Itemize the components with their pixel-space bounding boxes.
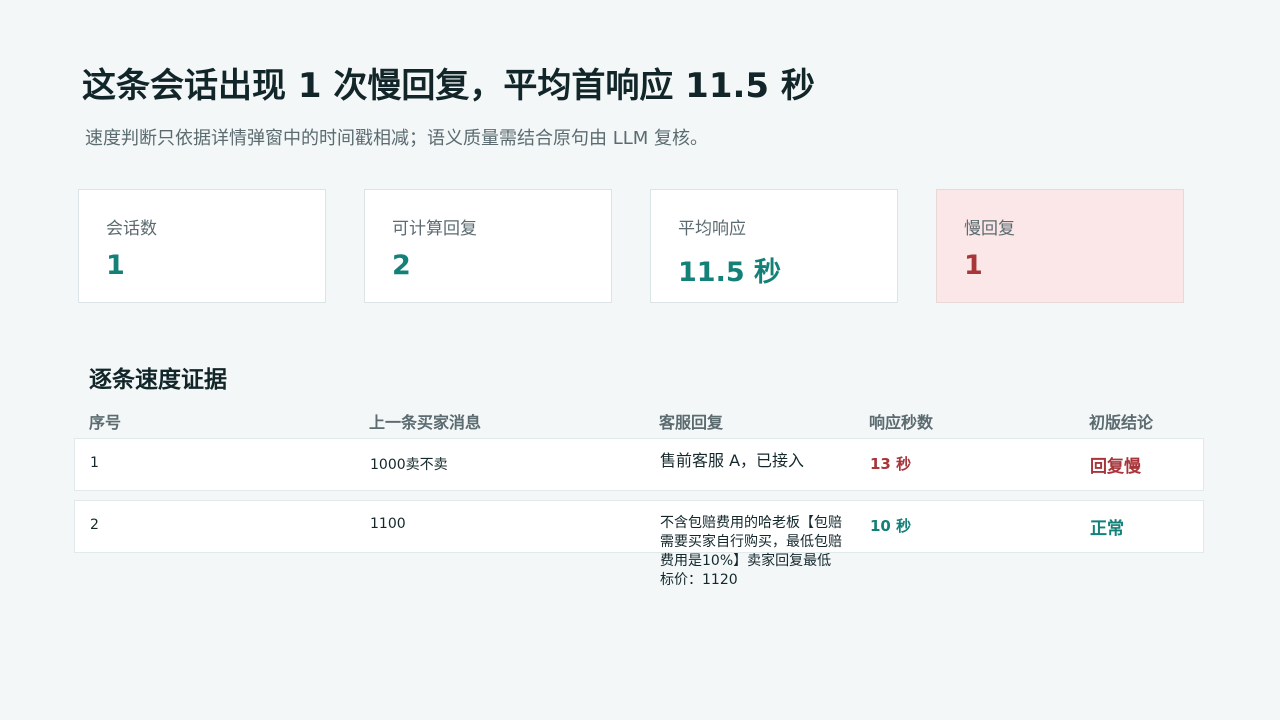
table-header: 序号 上一条买家消息 客服回复 响应秒数 初版结论: [0, 409, 1280, 432]
page-title: 这条会话出现 1 次慢回复，平均首响应 11.5 秒: [82, 66, 815, 106]
column-header-seconds: 响应秒数: [869, 413, 934, 432]
column-header-verdict: 初版结论: [1089, 413, 1154, 432]
response-seconds: 13 秒: [870, 455, 912, 473]
response-seconds: 10 秒: [870, 517, 912, 535]
metric-card-computable-replies: 可计算回复 2: [364, 189, 612, 303]
metrics-row: 会话数 1 可计算回复 2 平均响应 11.5 秒 慢回复 1: [78, 189, 1186, 305]
table-row: 2 1100 不含包赔费用的哈老板【包赔需要买家自行购买，最低包赔费用是10%】…: [74, 500, 1204, 588]
table-row: 1 1000卖不卖 售前客服 A，已接入 13 秒 回复慢: [74, 438, 1204, 491]
row-index: 2: [90, 517, 99, 533]
agent-reply: 不含包赔费用的哈老板【包赔需要买家自行购买，最低包赔费用是10%】卖家回复最低标…: [660, 515, 842, 588]
metric-label: 会话数: [106, 219, 157, 239]
buyer-message: 1100: [370, 516, 406, 532]
metric-card-slow-replies: 慢回复 1: [936, 189, 1184, 303]
page-subtitle: 速度判断只依据详情弹窗中的时间戳相减；语义质量需结合原句由 LLM 复核。: [85, 128, 709, 149]
metric-label: 慢回复: [964, 219, 1015, 239]
column-header-agent-reply: 客服回复: [659, 413, 724, 432]
metric-value: 1: [964, 250, 983, 281]
row-index: 1: [90, 455, 99, 471]
metric-value: 1: [106, 250, 125, 281]
metric-card-average-response: 平均响应 11.5 秒: [650, 189, 898, 303]
agent-reply: 售前客服 A，已接入: [660, 451, 805, 470]
metric-value: 2: [392, 250, 411, 281]
section-title: 逐条速度证据: [89, 367, 227, 393]
metric-value: 11.5 秒: [678, 257, 782, 288]
column-header-index: 序号: [89, 413, 122, 432]
metric-label: 平均响应: [678, 219, 746, 239]
metric-label: 可计算回复: [392, 219, 477, 239]
column-header-buyer-message: 上一条买家消息: [369, 413, 482, 432]
verdict-badge: 回复慢: [1090, 457, 1141, 477]
buyer-message: 1000卖不卖: [370, 457, 448, 473]
verdict-badge: 正常: [1090, 519, 1124, 539]
metric-card-sessions: 会话数 1: [78, 189, 326, 303]
